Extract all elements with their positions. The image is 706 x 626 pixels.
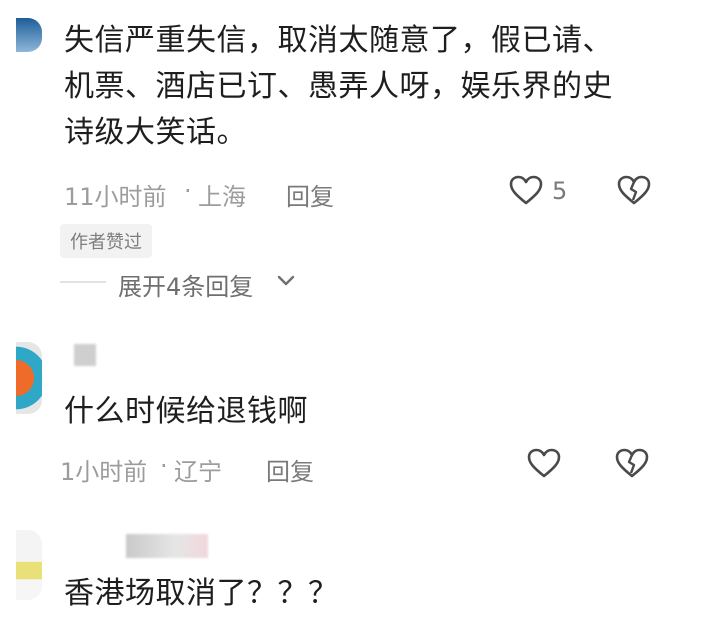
avatar[interactable] [16, 530, 42, 600]
comment-1-like-count: 5 [552, 177, 568, 205]
comment-1-time: 11小时前 [64, 183, 167, 211]
avatar[interactable] [16, 18, 42, 52]
avatar[interactable] [16, 342, 42, 414]
divider-line [60, 281, 106, 283]
expand-replies-label: 展开4条回复 [118, 273, 254, 301]
broken-heart-icon[interactable] [616, 174, 652, 206]
expand-replies-button[interactable]: 展开4条回复 [60, 266, 360, 301]
separator-dot: · [184, 177, 192, 205]
username-blurred[interactable] [126, 534, 208, 558]
comment-1-location: 上海 [198, 183, 246, 211]
author-liked-badge: 作者赞过 [60, 224, 152, 258]
comment-2-reply-button[interactable]: 回复 [266, 452, 314, 487]
chevron-down-icon [276, 274, 296, 288]
comment-2-meta: 1小时前 · 辽宁 回复 [60, 450, 684, 486]
comment-1-text: 失信严重失信，取消太随意了，假已请、 机票、酒店已订、愚弄人呀，娱乐界的史 诗级… [64, 18, 684, 156]
heart-outline-icon[interactable] [526, 447, 562, 479]
comment-1-line-1: 失信严重失信，取消太随意了，假已请、 [64, 23, 613, 58]
separator-dot: · [160, 452, 168, 480]
username-blurred[interactable] [74, 344, 96, 366]
comment-2-time: 1小时前 [60, 458, 148, 486]
comment-1-line-2: 机票、酒店已订、愚弄人呀，娱乐界的史 [64, 69, 613, 104]
comment-1-line-3: 诗级大笑话。 [64, 115, 247, 150]
comment-2-text: 什么时候给退钱啊 [64, 394, 308, 429]
comment-2-location: 辽宁 [174, 458, 222, 486]
heart-outline-icon[interactable] [508, 174, 544, 206]
broken-heart-icon[interactable] [614, 447, 650, 479]
comment-3-text: 香港场取消了？？？ [64, 576, 339, 611]
comment-1-meta: 11小时前 · 上海 回复 [64, 175, 684, 211]
comment-1-reply-button[interactable]: 回复 [286, 177, 334, 212]
